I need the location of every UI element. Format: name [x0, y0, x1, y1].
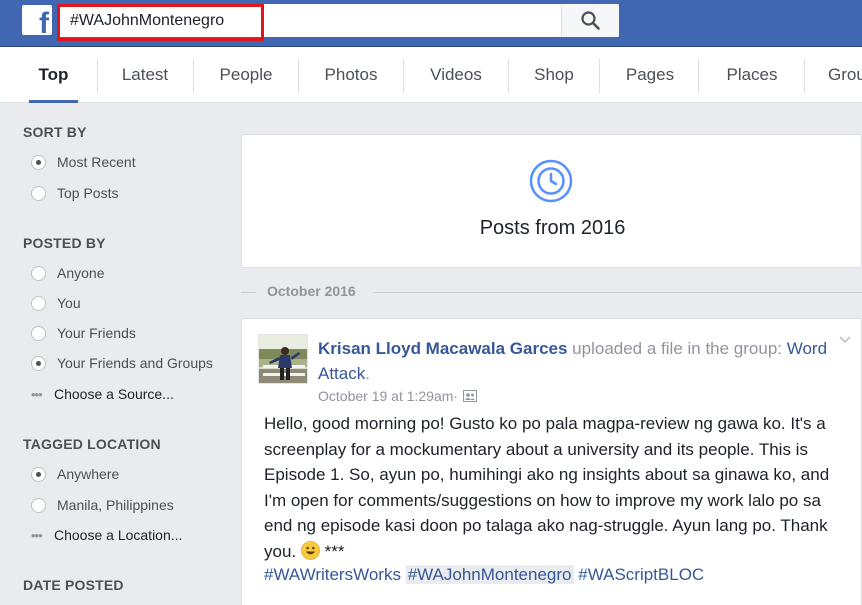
- facebook-logo[interactable]: f: [22, 5, 52, 35]
- more-dots-icon: •••: [31, 386, 43, 402]
- filter-option-your-friends[interactable]: Your Friends: [31, 323, 136, 343]
- posts-year-title: Posts from 2016: [479, 217, 626, 239]
- meta-separator: ·: [453, 388, 459, 404]
- filter-option-label: Anyone: [57, 265, 105, 281]
- facebook-logo-letter: f: [39, 7, 49, 36]
- post-meta: October 19 at 1:29am ·: [318, 388, 478, 404]
- filter-option-label: Your Friends: [57, 325, 136, 341]
- filter-option-friends-and-groups[interactable]: Your Friends and Groups: [31, 353, 213, 373]
- tab-videos[interactable]: Videos: [416, 47, 496, 103]
- tab-shop[interactable]: Shop: [520, 47, 588, 103]
- smiley-emoji-icon: [300, 540, 320, 560]
- search-input[interactable]: [57, 4, 561, 37]
- tab-divider: [193, 59, 194, 93]
- filter-option-top-posts[interactable]: Top Posts: [31, 183, 118, 203]
- radio-unchecked[interactable]: [31, 497, 46, 513]
- filter-option-anywhere[interactable]: Anywhere: [31, 464, 119, 484]
- divider-line: [241, 292, 256, 293]
- post-text-suffix: ***: [319, 541, 345, 561]
- search-results-tabs: Top Latest People Photos Videos Shop Pag…: [0, 47, 862, 103]
- post-body: Hello, good morning po! Gusto ko po pala…: [264, 411, 849, 564]
- post-timestamp[interactable]: October 19 at 1:29am: [318, 388, 453, 404]
- top-navigation-bar: f: [0, 0, 862, 47]
- post-text: Hello, good morning po! Gusto ko po pala…: [264, 414, 830, 561]
- tab-groups[interactable]: Grou: [818, 47, 862, 103]
- tab-people[interactable]: People: [206, 47, 286, 103]
- clock-icon: [529, 159, 573, 203]
- filter-option-anyone[interactable]: Anyone: [31, 263, 104, 283]
- tab-pages[interactable]: Pages: [612, 47, 688, 103]
- radio-unchecked[interactable]: [31, 265, 46, 281]
- tab-divider: [403, 59, 404, 93]
- radio-checked[interactable]: [31, 154, 46, 170]
- group-suffix: .: [365, 364, 370, 383]
- tab-photos[interactable]: Photos: [310, 47, 392, 103]
- filter-option-label: Manila, Philippines: [57, 497, 174, 513]
- author-name-link[interactable]: Krisan Lloyd Macawala Garces: [318, 339, 567, 358]
- filter-option-label: Your Friends and Groups: [57, 355, 213, 371]
- filter-heading-tagged-location: TAGGED LOCATION: [23, 436, 161, 452]
- filter-option-you[interactable]: You: [31, 293, 81, 313]
- tab-divider: [599, 59, 600, 93]
- filter-heading-sort-by: SORT BY: [23, 124, 87, 140]
- radio-checked[interactable]: [31, 466, 46, 482]
- filter-option-label: You: [57, 295, 81, 311]
- hashtag-link-highlighted[interactable]: #WAJohnMontenegro: [405, 565, 574, 584]
- tab-divider: [298, 59, 299, 93]
- chevron-down-icon[interactable]: [838, 333, 852, 347]
- choose-location-label: Choose a Location...: [54, 527, 183, 543]
- hashtag-link[interactable]: #WAScriptBLOC: [578, 565, 704, 584]
- post-header: Krisan Lloyd Macawala Garces uploaded a …: [318, 336, 838, 386]
- post-action-text: uploaded a file in the group:: [567, 339, 787, 358]
- tab-top[interactable]: Top: [29, 47, 78, 103]
- group-audience-icon[interactable]: [463, 390, 478, 402]
- filter-option-label: Top Posts: [57, 185, 119, 201]
- search-box: [57, 4, 619, 41]
- post-hashtags: #WAWritersWorks #WAJohnMontenegro #WAScr…: [264, 565, 704, 585]
- radio-unchecked[interactable]: [31, 325, 46, 341]
- radio-unchecked[interactable]: [31, 185, 46, 201]
- radio-unchecked[interactable]: [31, 295, 46, 311]
- tab-divider: [508, 59, 509, 93]
- filter-option-label: Anywhere: [57, 466, 120, 482]
- search-filters: SORT BY Most Recent Top Posts POSTED BY …: [0, 104, 240, 605]
- divider-line: [373, 292, 862, 293]
- filter-option-manila[interactable]: Manila, Philippines: [31, 495, 174, 515]
- search-button[interactable]: [561, 4, 619, 37]
- filter-heading-date-posted: DATE POSTED: [23, 577, 124, 593]
- filter-option-label: Most Recent: [57, 154, 136, 170]
- avatar[interactable]: [258, 334, 308, 384]
- avatar-photo: [259, 335, 307, 383]
- month-divider: October 2016: [241, 283, 862, 301]
- choose-source-link[interactable]: ••• Choose a Source...: [31, 384, 174, 404]
- hashtag-link[interactable]: #WAWritersWorks: [264, 565, 401, 584]
- search-icon: [581, 11, 600, 30]
- filter-heading-posted-by: POSTED BY: [23, 235, 106, 251]
- choose-source-label: Choose a Source...: [54, 386, 174, 402]
- post-card: Krisan Lloyd Macawala Garces uploaded a …: [241, 318, 862, 605]
- tab-places[interactable]: Places: [711, 47, 793, 103]
- posts-from-year-card: Posts from 2016: [241, 134, 862, 268]
- tab-latest[interactable]: Latest: [108, 47, 182, 103]
- month-label: October 2016: [267, 283, 356, 299]
- tab-divider: [804, 59, 805, 93]
- tab-divider: [698, 59, 699, 93]
- filter-option-most-recent[interactable]: Most Recent: [31, 152, 136, 172]
- radio-checked[interactable]: [31, 355, 46, 371]
- more-dots-icon: •••: [31, 527, 43, 543]
- choose-location-link[interactable]: ••• Choose a Location...: [31, 525, 182, 545]
- tab-divider: [97, 59, 98, 93]
